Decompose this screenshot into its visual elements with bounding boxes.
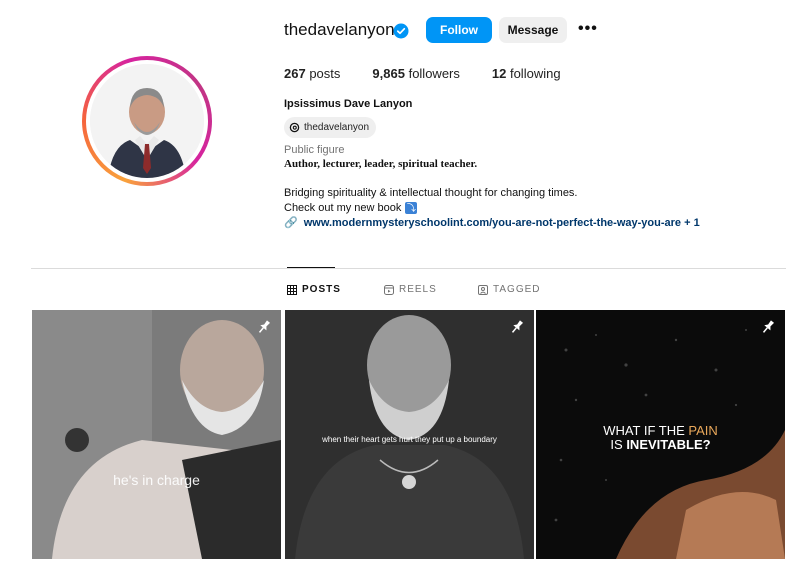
post-tile[interactable]: WHAT IF THE PAIN IS INEVITABLE? [536,310,785,559]
more-options-icon[interactable]: ••• [578,20,598,38]
profile-username: thedavelanyon [284,20,395,39]
post-tile[interactable]: when their heart gets hurt they put up a… [285,310,534,559]
profile-avatar[interactable] [82,56,212,186]
tab-reels[interactable]: REELS [384,284,437,295]
bio-line-1: Bridging spirituality & intellectual tho… [284,187,578,199]
pin-icon [258,320,271,333]
post-caption: when their heart gets hurt they put up a… [322,435,497,444]
link-icon: 🔗 [284,217,298,229]
tab-posts[interactable]: POSTS [287,284,341,295]
avatar [90,64,204,178]
tabs-divider [31,268,786,269]
tagged-icon [478,284,488,295]
post-tile[interactable]: he's in charge [32,310,281,559]
threads-handle: thedavelanyon [304,122,370,133]
message-button[interactable]: Message [499,17,567,43]
bio-link-text[interactable]: www.modernmysteryschoolint.com/you-are-n… [304,217,700,229]
threads-icon [289,122,300,133]
profile-category: Public figure [284,144,345,156]
bio-tagline: Author, lecturer, leader, spiritual teac… [284,158,478,170]
pin-icon [511,320,524,333]
bio-line-2: Check out my new book ⤵ [284,202,418,214]
reels-icon [384,284,394,295]
threads-badge[interactable]: thedavelanyon [284,117,377,138]
following-count[interactable]: 12 following [492,66,561,81]
grid-icon [287,284,297,295]
verified-badge-icon [393,23,409,39]
profile-full-name: Ipsissimus Dave Lanyon [284,98,413,110]
tab-tagged[interactable]: TAGGED [478,284,540,295]
bio-link[interactable]: 🔗 www.modernmysteryschoolint.com/you-are… [284,216,700,230]
profile-stats: 267 posts 9,865 followers 12 following [284,66,593,81]
post-image [32,310,281,559]
arrow-down-emoji-icon: ⤵ [405,202,418,214]
follow-button[interactable]: Follow [426,17,492,43]
post-caption: WHAT IF THE PAIN IS INEVITABLE? [603,423,718,452]
pin-icon [762,320,775,333]
posts-count: 267 posts [284,66,341,81]
followers-count[interactable]: 9,865 followers [372,66,459,81]
active-tab-indicator [287,267,335,268]
post-caption: he's in charge [113,472,200,488]
